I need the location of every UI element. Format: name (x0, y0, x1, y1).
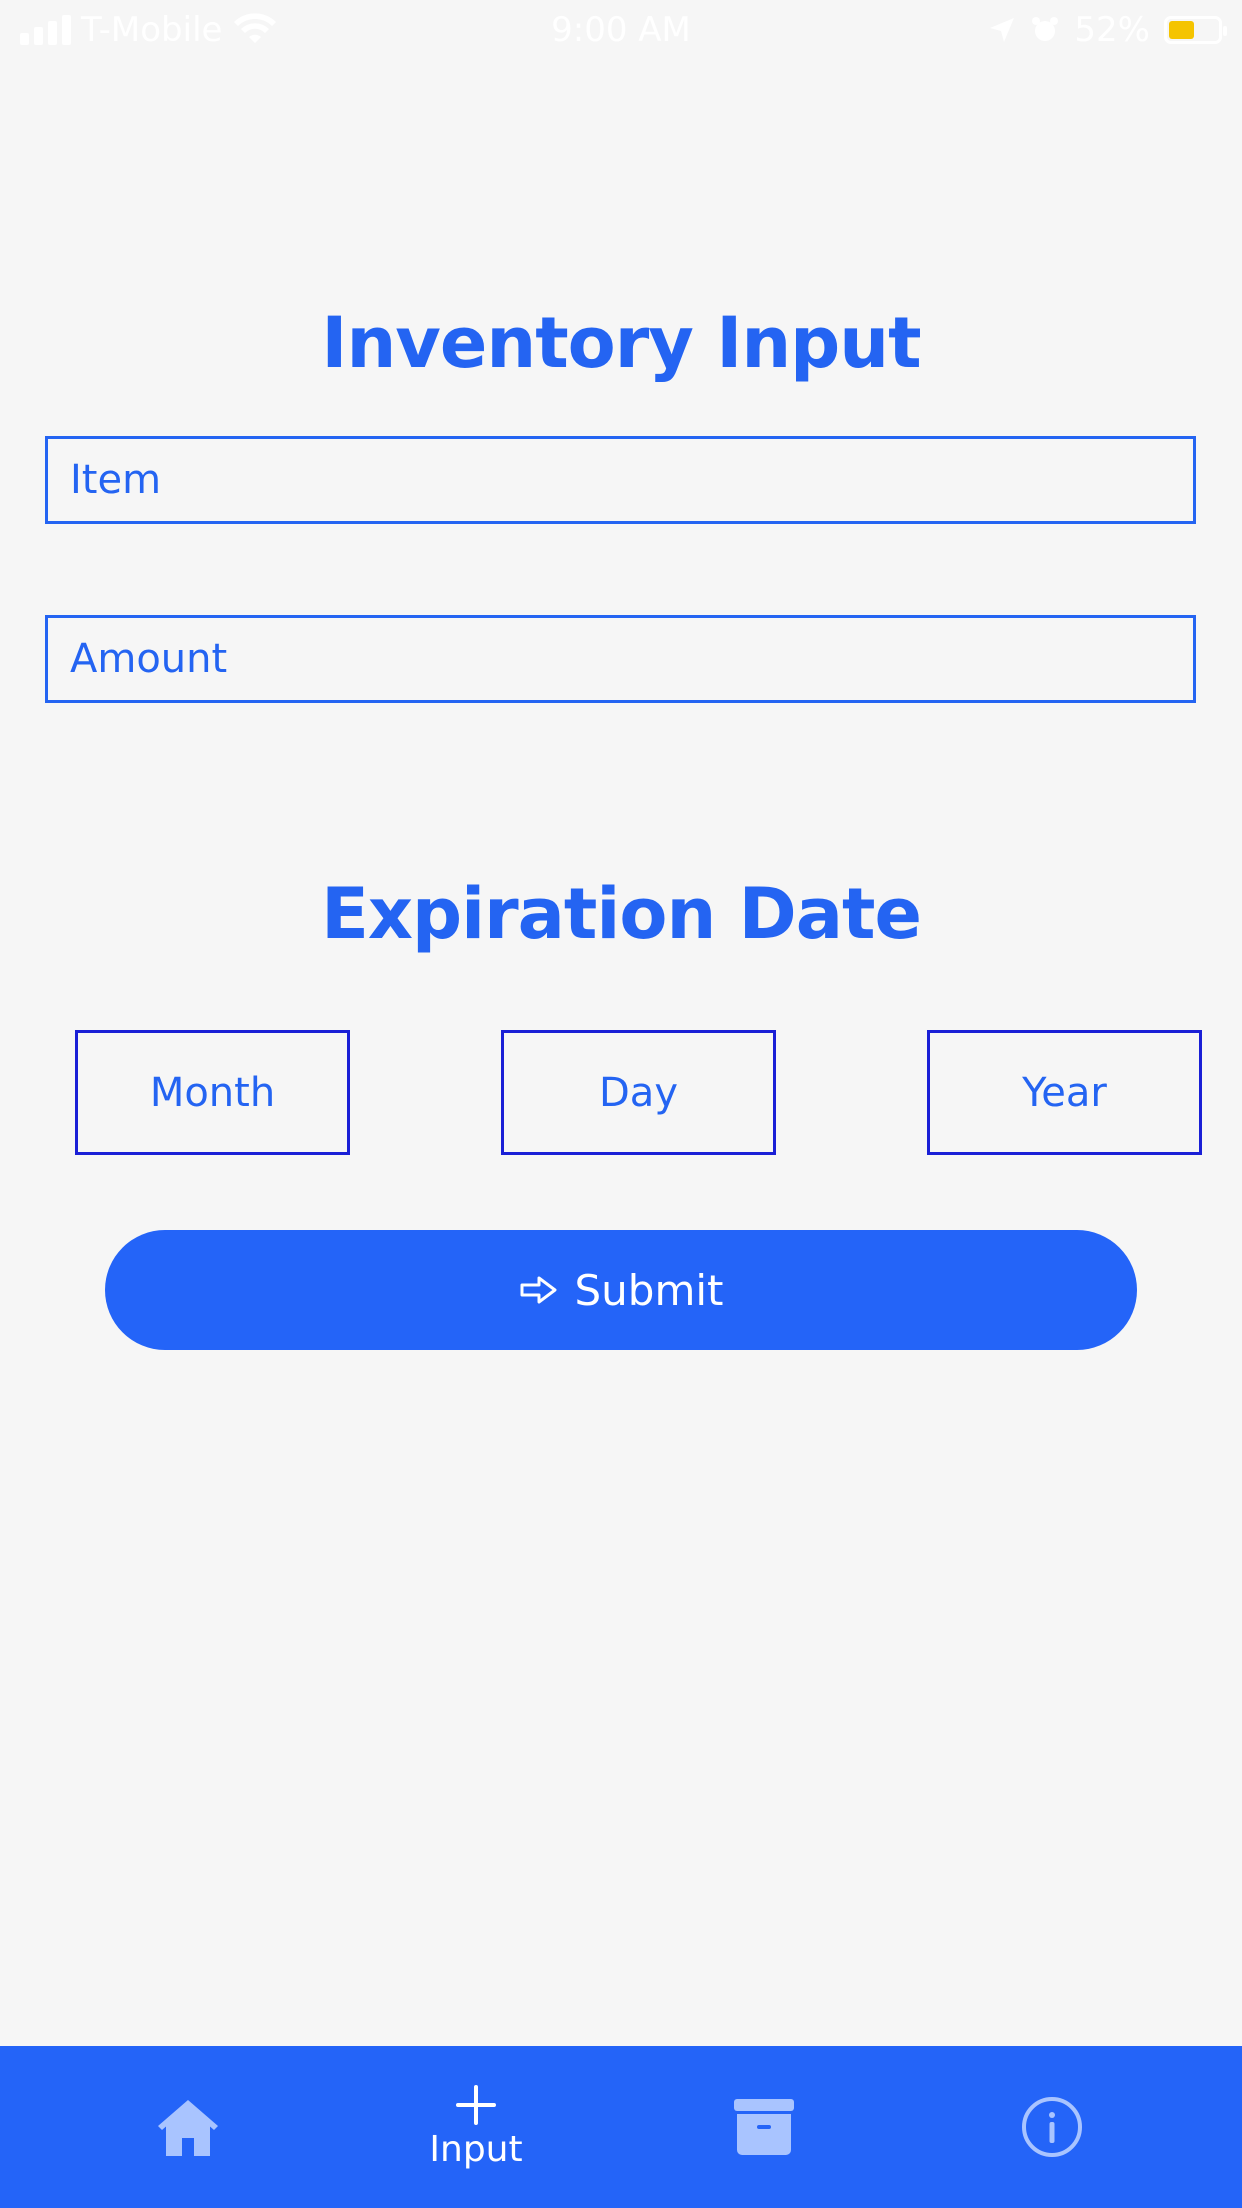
tab-home[interactable] (88, 2046, 288, 2208)
tab-archive[interactable] (664, 2046, 864, 2208)
tab-info[interactable] (952, 2046, 1152, 2208)
item-input[interactable]: Item (45, 436, 1196, 524)
submit-label: Submit (574, 1265, 724, 1315)
archive-icon (734, 2099, 794, 2155)
status-bar: T-Mobile 9:00 AM 52% (0, 0, 1242, 64)
inventory-title: Inventory Input (321, 302, 921, 384)
submit-button[interactable]: Submit (105, 1230, 1137, 1350)
battery-icon (1164, 16, 1227, 44)
alarm-icon (1032, 17, 1059, 41)
location-arrow-icon (990, 18, 1015, 42)
year-label: Year (1022, 1069, 1107, 1116)
year-input[interactable]: Year (927, 1030, 1202, 1155)
day-label: Day (599, 1069, 678, 1116)
plus-icon (456, 2084, 496, 2125)
amount-input[interactable]: Amount (45, 615, 1196, 703)
arrow-right-icon (520, 1276, 556, 1304)
expiration-title: Expiration Date (321, 873, 922, 955)
tab-bar: Input (0, 2046, 1242, 2208)
amount-placeholder: Amount (70, 636, 228, 682)
info-icon (1022, 2097, 1082, 2157)
month-input[interactable]: Month (75, 1030, 350, 1155)
home-icon (158, 2100, 218, 2156)
battery-nub (1223, 26, 1227, 36)
battery-fill (1169, 21, 1194, 39)
battery-percent: 52% (1074, 10, 1150, 50)
status-right: 52% (988, 10, 1227, 50)
item-placeholder: Item (70, 457, 162, 503)
day-input[interactable]: Day (501, 1030, 776, 1155)
month-label: Month (149, 1069, 276, 1116)
tab-input-label: Input (429, 2128, 523, 2170)
tab-input[interactable]: Input (376, 2046, 576, 2208)
